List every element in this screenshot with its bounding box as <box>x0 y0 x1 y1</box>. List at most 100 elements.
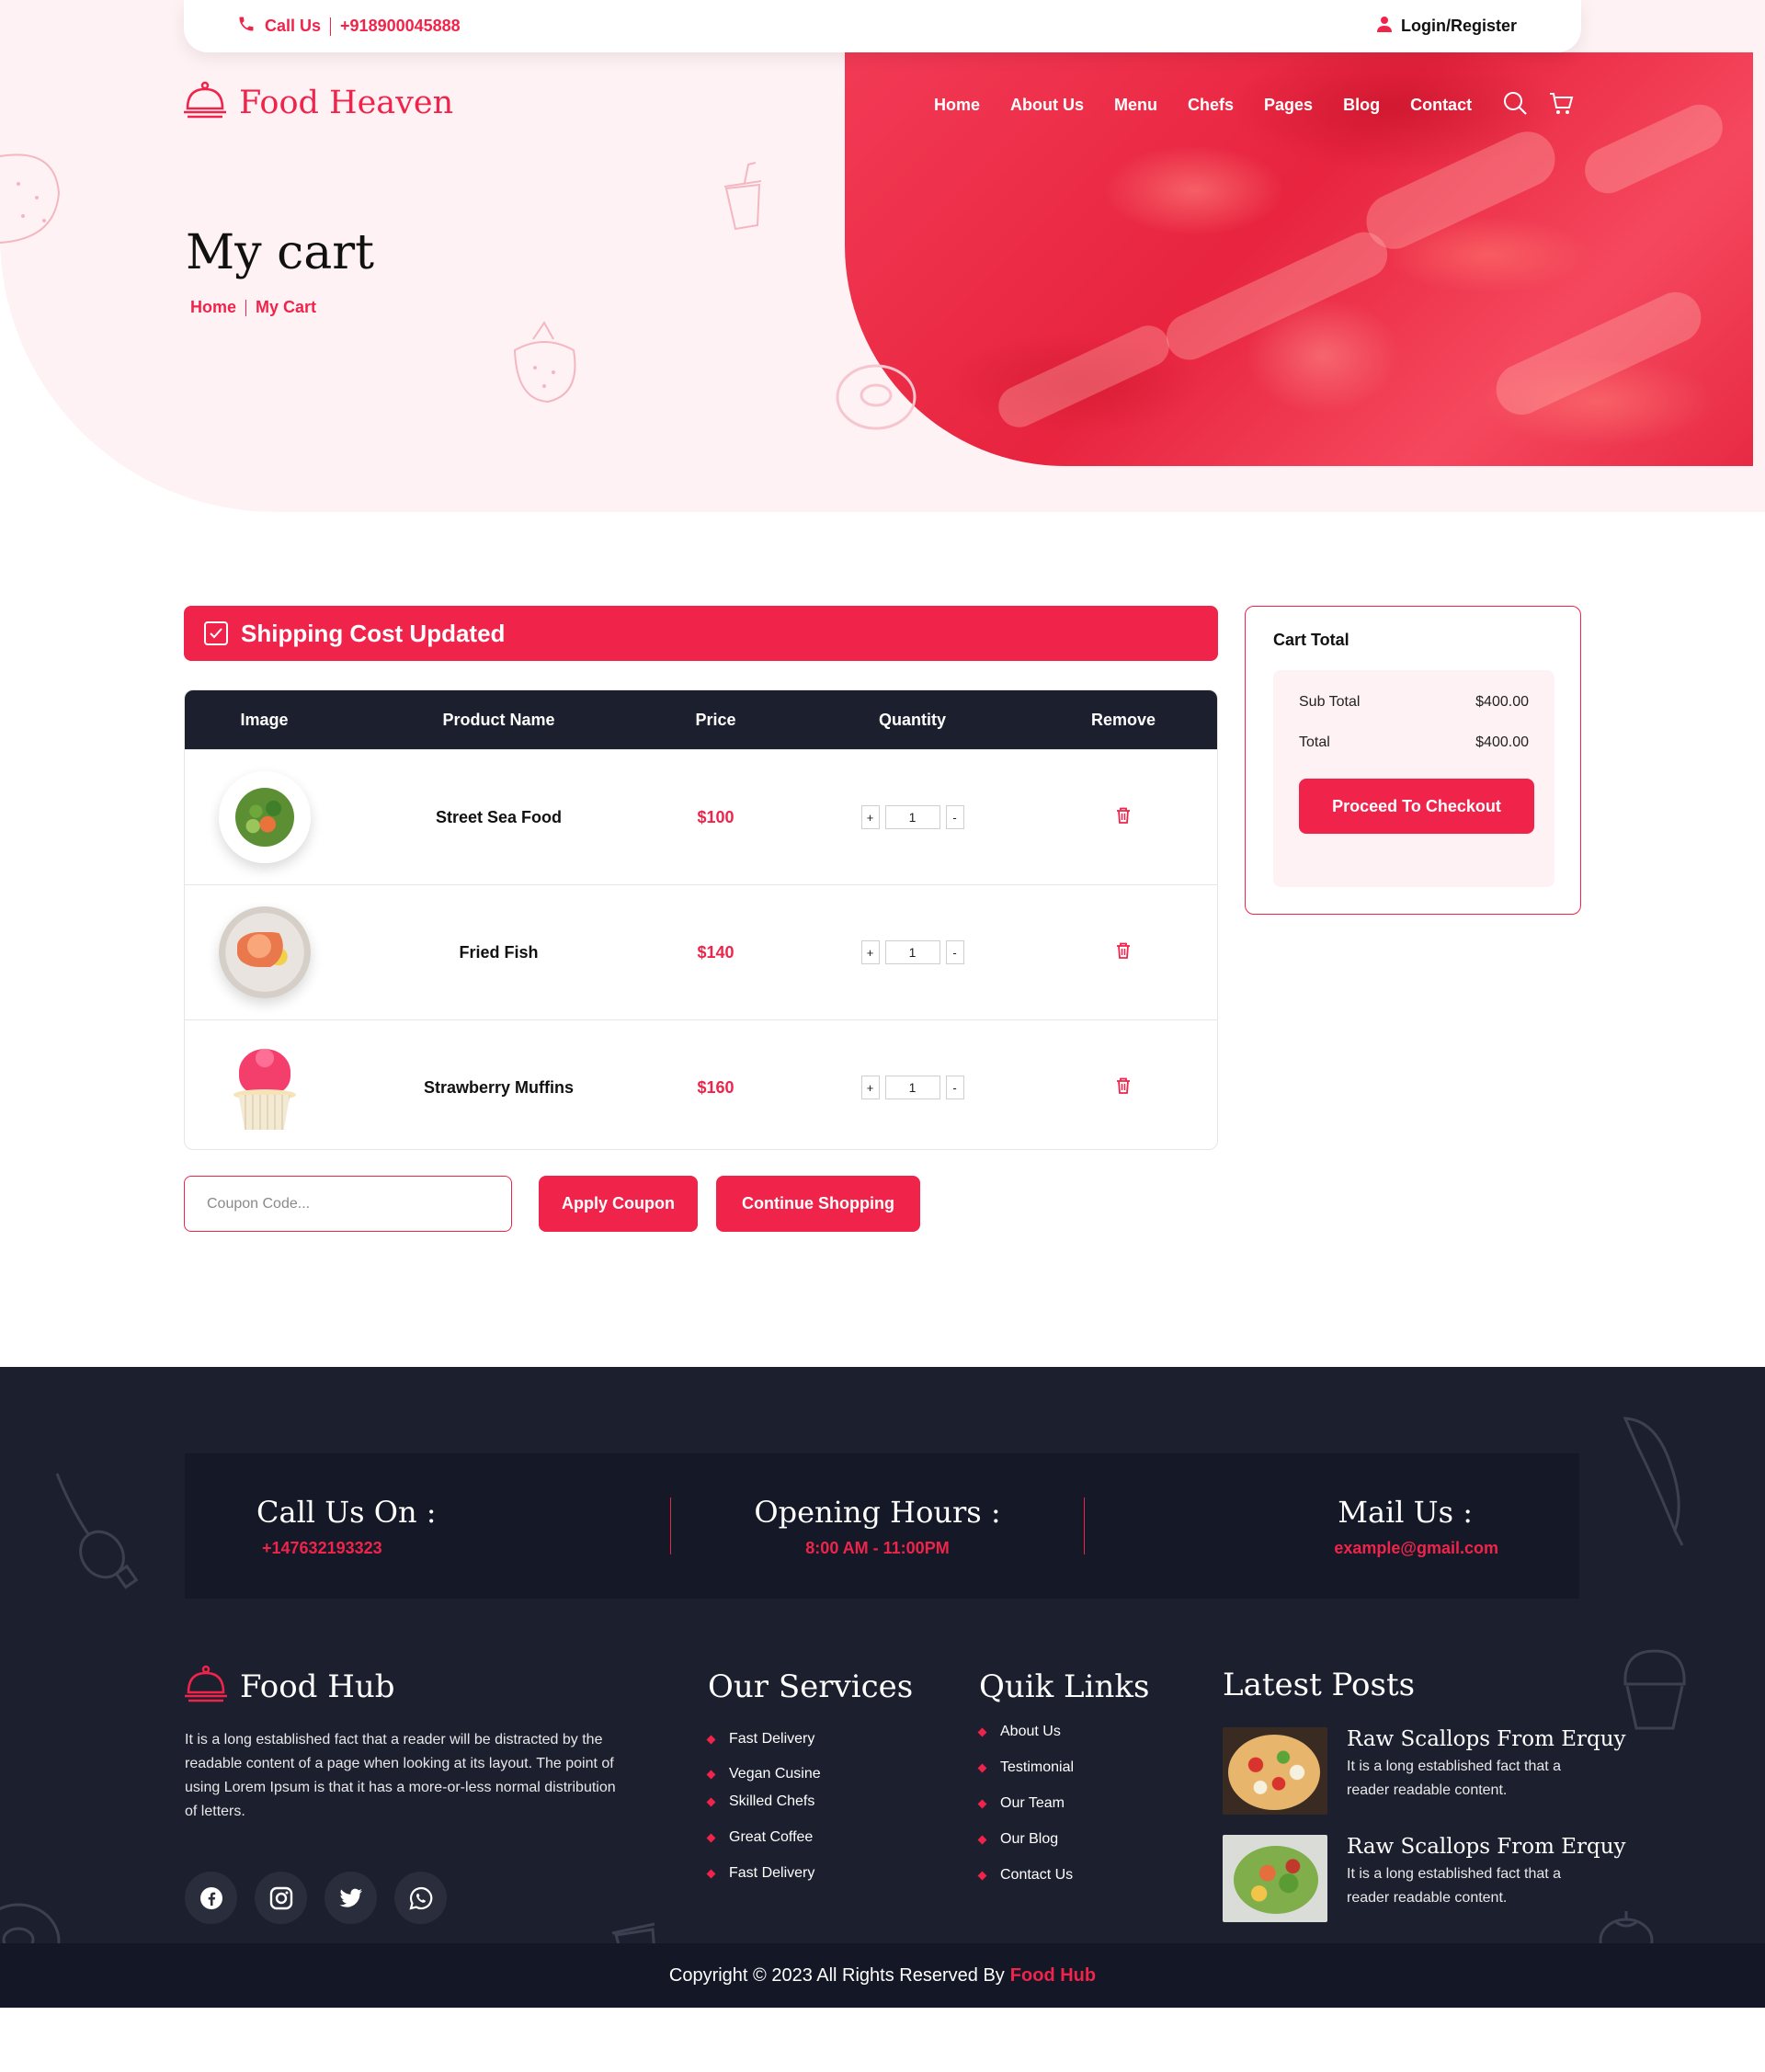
quick-links-title: Quik Links <box>979 1668 1150 1705</box>
footer-quick-links: Quik Links About Us Testimonial Our Team… <box>977 1668 1150 1884</box>
top-bar: Call Us +918900045888 Login/Register <box>184 0 1581 52</box>
muffin-doodle-icon <box>1623 1649 1686 1730</box>
contact-info-bar: Call Us On : +147632193323 Opening Hours… <box>185 1453 1579 1599</box>
quantity-input[interactable]: 1 <box>884 940 940 964</box>
search-icon[interactable] <box>1502 90 1528 120</box>
service-item[interactable]: Skilled Chefs <box>706 1793 913 1810</box>
info-value-email[interactable]: example@gmail.com <box>1334 1539 1498 1558</box>
header-quantity: Quantity <box>878 710 946 729</box>
footer-about: Food Hub It is a long established fact t… <box>185 1665 617 1924</box>
page-title: My cart <box>186 225 375 280</box>
subtotal-value: $400.00 <box>1475 694 1529 710</box>
quick-link[interactable]: Contact Us <box>977 1867 1149 1884</box>
increment-button[interactable]: + <box>860 940 880 964</box>
quantity-input[interactable]: 1 <box>884 805 940 829</box>
header-remove: Remove <box>1090 710 1156 729</box>
quick-link-label: Testimonial <box>1000 1759 1075 1775</box>
product-name[interactable]: Strawberry Muffins <box>344 1078 654 1098</box>
diamond-bullet-icon <box>977 1763 987 1772</box>
donut-doodle-icon <box>836 364 917 430</box>
quick-link[interactable]: Our Blog <box>977 1831 1149 1848</box>
footer: Call Us On : +147632193323 Opening Hours… <box>0 1367 1765 2008</box>
post-thumbnail-salad <box>1223 1835 1327 1922</box>
decrement-button[interactable]: - <box>945 940 964 964</box>
product-name[interactable]: Fried Fish <box>344 943 654 962</box>
table-row: Fried Fish $140 + 1 - <box>185 884 1217 1019</box>
instagram-icon[interactable] <box>255 1872 307 1924</box>
quick-link[interactable]: About Us <box>977 1724 1149 1740</box>
breadcrumb-home[interactable]: Home <box>190 298 236 317</box>
cart-total-panel: Cart Total Sub Total $400.00 Total $400.… <box>1245 606 1581 915</box>
diamond-bullet-icon <box>977 1835 987 1844</box>
service-item[interactable]: Fast Delivery <box>706 1865 913 1882</box>
whatsapp-icon[interactable] <box>394 1872 447 1924</box>
quick-link[interactable]: Testimonial <box>977 1759 1149 1776</box>
quick-link[interactable]: Our Team <box>977 1795 1149 1812</box>
social-links <box>185 1872 617 1924</box>
cart-table: Image Product Name Price Quantity Remove… <box>184 689 1218 1150</box>
quantity-stepper: + 1 - <box>778 1076 1047 1099</box>
trash-icon[interactable] <box>1116 1077 1131 1099</box>
header-image: Image <box>240 710 289 729</box>
diamond-bullet-icon <box>706 1797 716 1806</box>
nav-menu[interactable]: Menu <box>1114 96 1157 115</box>
service-label: Skilled Chefs <box>729 1793 815 1809</box>
apply-coupon-button[interactable]: Apply Coupon <box>539 1176 698 1232</box>
post-description: It is a long established fact that a rea… <box>1347 1759 1562 1798</box>
table-row: Street Sea Food $100 + 1 - <box>185 749 1217 884</box>
service-label: Great Coffee <box>729 1829 814 1845</box>
increment-button[interactable]: + <box>860 1076 880 1099</box>
nav-contact[interactable]: Contact <box>1410 96 1472 115</box>
phone-icon <box>237 15 256 38</box>
facebook-icon[interactable] <box>185 1872 237 1924</box>
cart-icon[interactable] <box>1548 90 1574 120</box>
trash-icon[interactable] <box>1116 942 1131 963</box>
info-value-phone[interactable]: +147632193323 <box>256 1539 670 1558</box>
footer-latest-posts: Latest Posts Raw Scallops From Erquy It … <box>1223 1667 1626 1942</box>
info-heading-call: Call Us On : <box>256 1494 437 1530</box>
coupon-input[interactable]: Coupon Code... <box>184 1176 512 1232</box>
twitter-icon[interactable] <box>325 1872 377 1924</box>
post-item[interactable]: Raw Scallops From Erquy It is a long est… <box>1223 1835 1626 1922</box>
footer-brand-logo[interactable]: Food Hub <box>185 1665 617 1708</box>
service-label: Fast Delivery <box>729 1731 815 1747</box>
post-item[interactable]: Raw Scallops From Erquy It is a long est… <box>1223 1727 1626 1815</box>
nav-about-us[interactable]: About Us <box>1010 96 1084 115</box>
continue-shopping-button[interactable]: Continue Shopping <box>716 1176 920 1232</box>
service-item[interactable]: Vegan Cusine <box>706 1766 913 1782</box>
strawberry-doodle-icon <box>0 154 61 244</box>
login-register-link[interactable]: Login/Register <box>1376 16 1517 37</box>
drink-cup-doodle-icon <box>723 162 762 231</box>
nav-chefs[interactable]: Chefs <box>1188 96 1234 115</box>
copyright-brand-link[interactable]: Food Hub <box>1010 1965 1096 1987</box>
nav-blog[interactable]: Blog <box>1343 96 1380 115</box>
login-register-label: Login/Register <box>1400 17 1517 35</box>
service-label: Vegan Cusine <box>729 1766 821 1782</box>
phone-link[interactable]: +918900045888 <box>340 17 461 36</box>
check-icon <box>204 621 228 645</box>
brand-logo[interactable]: Food Heaven <box>184 81 453 124</box>
latest-posts-title: Latest Posts <box>1223 1667 1416 1703</box>
nav-home[interactable]: Home <box>934 96 980 115</box>
divider <box>245 299 247 316</box>
quantity-input[interactable]: 1 <box>884 1076 940 1099</box>
increment-button[interactable]: + <box>860 805 880 829</box>
info-heading-hours: Opening Hours : <box>754 1494 1001 1530</box>
product-price: $160 <box>697 1077 734 1097</box>
cloche-icon <box>185 1665 227 1708</box>
header-product-name: Product Name <box>442 710 555 729</box>
trash-icon[interactable] <box>1116 807 1131 828</box>
service-item[interactable]: Great Coffee <box>706 1829 913 1846</box>
cart-total-title: Cart Total <box>1273 631 1349 649</box>
footer-services: Our Services Fast Delivery Vegan Cusine … <box>706 1668 913 1882</box>
proceed-to-checkout-button[interactable]: Proceed To Checkout <box>1299 779 1534 834</box>
quick-link-label: Our Team <box>1000 1795 1065 1811</box>
decrement-button[interactable]: - <box>945 805 964 829</box>
subtotal-label: Sub Total <box>1299 694 1361 710</box>
copyright-text: Copyright © 2023 All Rights Reserved By <box>668 1964 1005 1986</box>
decrement-button[interactable]: - <box>945 1076 964 1099</box>
nav-pages[interactable]: Pages <box>1264 96 1313 115</box>
product-name[interactable]: Street Sea Food <box>344 808 654 827</box>
service-item[interactable]: Fast Delivery <box>706 1731 913 1748</box>
info-value-hours: 8:00 AM - 11:00PM <box>805 1538 950 1557</box>
